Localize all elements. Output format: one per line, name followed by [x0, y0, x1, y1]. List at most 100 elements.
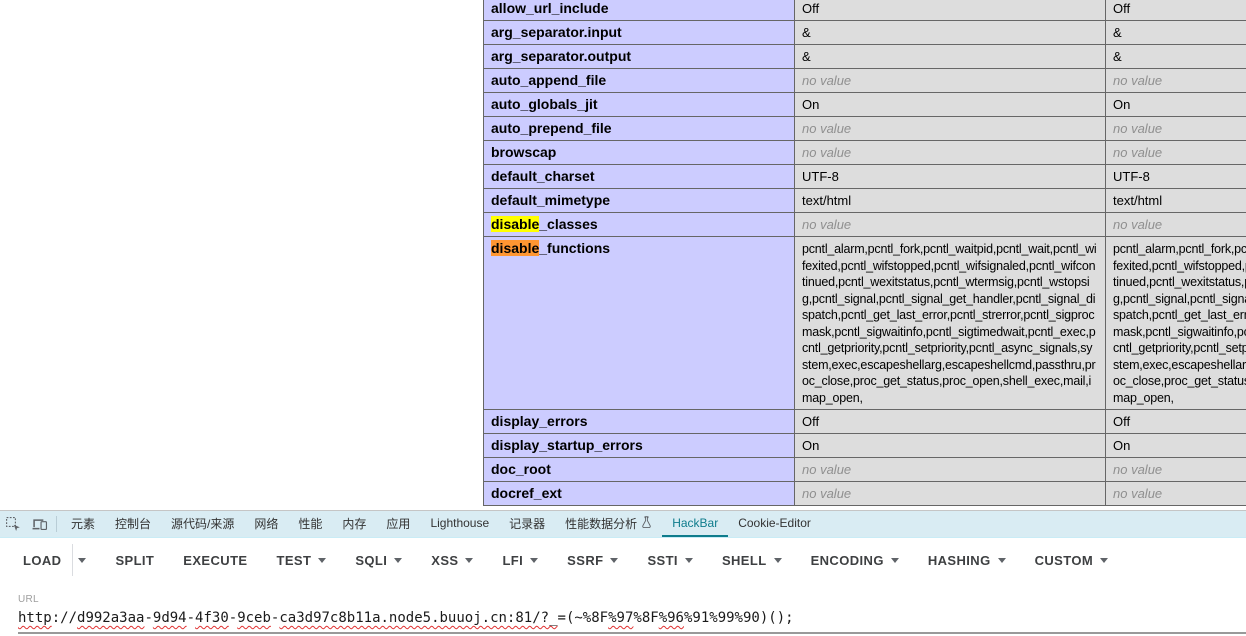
- no-value-text: no value: [802, 73, 851, 88]
- master-value-cell: no value: [1106, 213, 1246, 237]
- url-text-misspelled: 9d94: [153, 610, 187, 626]
- encoding-button[interactable]: ENCODING: [811, 553, 899, 568]
- devtools-tab--[interactable]: 元素: [61, 511, 105, 537]
- tab-label: 性能: [298, 515, 322, 532]
- shell-button[interactable]: SHELL: [722, 553, 782, 568]
- tabbar-divider: [56, 516, 57, 532]
- master-value-cell: no value: [1106, 458, 1246, 482]
- no-value-text: no value: [1113, 486, 1162, 501]
- flask-icon: [641, 516, 652, 531]
- hackbar-panel: LOAD SPLIT EXECUTE TEST SQLI XSS LFI SSRF SSTI SH…: [0, 538, 1246, 634]
- chevron-down-icon: [610, 558, 618, 563]
- xss-button[interactable]: XSS: [431, 553, 473, 568]
- chevron-down-icon: [78, 558, 86, 563]
- url-label: URL: [18, 594, 1246, 605]
- no-value-text: no value: [802, 145, 851, 160]
- hashing-button[interactable]: HASHING: [928, 553, 1006, 568]
- devtools-tab--[interactable]: 性能: [288, 511, 332, 537]
- table-row: auto_globals_jitOnOn: [484, 93, 1246, 117]
- chevron-down-icon: [891, 558, 899, 563]
- master-value-cell: &: [1106, 45, 1246, 69]
- tab-label: 源代码/来源: [171, 515, 234, 532]
- url-input[interactable]: http://d992a3aa-9d94-4f30-9ceb-ca3d97c8b…: [18, 610, 1246, 627]
- devtools-panel: 元素控制台源代码/来源网络性能内存应用Lighthouse记录器性能数据分析Ha…: [0, 510, 1246, 636]
- button-label: LOAD: [23, 553, 61, 568]
- devtools-tab--[interactable]: 应用: [376, 511, 420, 537]
- chevron-down-icon: [998, 558, 1006, 563]
- device-toolbar-icon[interactable]: [26, 511, 52, 537]
- master-value-cell: no value: [1106, 482, 1246, 506]
- chevron-down-icon: [465, 558, 473, 563]
- master-value-cell: On: [1106, 434, 1246, 458]
- devtools-tab-cookie-editor[interactable]: Cookie-Editor: [728, 511, 821, 537]
- devtools-tab--[interactable]: 记录器: [499, 511, 555, 537]
- master-value-cell: no value: [1106, 69, 1246, 93]
- split-button[interactable]: SPLIT: [115, 553, 154, 568]
- url-text: =(~%8F: [558, 610, 609, 626]
- master-value-cell: Off: [1106, 0, 1246, 21]
- button-label: SHELL: [722, 553, 767, 568]
- no-value-text: no value: [1113, 145, 1162, 160]
- table-row: docref_extno valueno value: [484, 482, 1246, 506]
- devtools-tab--[interactable]: 内存: [332, 511, 376, 537]
- master-value-cell: no value: [1106, 141, 1246, 165]
- local-value-cell: UTF-8: [795, 165, 1106, 189]
- table-row: browscapno valueno value: [484, 141, 1246, 165]
- devtools-tab--[interactable]: 控制台: [105, 511, 161, 537]
- directive-cell: default_charset: [484, 165, 795, 189]
- local-value-cell: no value: [795, 69, 1106, 93]
- devtools-tab-lighthouse[interactable]: Lighthouse: [420, 511, 499, 537]
- local-value-cell: &: [795, 21, 1106, 45]
- url-text-misspelled: %96: [659, 610, 684, 626]
- chevron-down-icon: [530, 558, 538, 563]
- devtools-tab--[interactable]: 性能数据分析: [555, 511, 662, 537]
- button-label: SSTI: [647, 553, 678, 568]
- directive-cell: display_errors: [484, 410, 795, 434]
- url-text: -: [229, 610, 237, 626]
- table-row: allow_url_includeOffOff: [484, 0, 1246, 21]
- table-row: default_charsetUTF-8UTF-8: [484, 165, 1246, 189]
- table-row: disable_functionspcntl_alarm,pcntl_fork,…: [484, 237, 1246, 410]
- load-button[interactable]: LOAD: [23, 553, 61, 568]
- ssti-button[interactable]: SSTI: [647, 553, 693, 568]
- button-label: ENCODING: [811, 553, 884, 568]
- devtools-tab--[interactable]: 源代码/来源: [161, 511, 244, 537]
- url-text-misspelled: http: [18, 610, 52, 626]
- directive-cell: auto_prepend_file: [484, 117, 795, 141]
- devtools-tab--[interactable]: 网络: [244, 511, 288, 537]
- custom-button[interactable]: CUSTOM: [1035, 553, 1109, 568]
- table-row: arg_separator.output&&: [484, 45, 1246, 69]
- local-value-cell: no value: [795, 482, 1106, 506]
- ssrf-button[interactable]: SSRF: [567, 553, 618, 568]
- local-value-cell: no value: [795, 213, 1106, 237]
- button-label: XSS: [431, 553, 458, 568]
- directive-cell: auto_append_file: [484, 69, 795, 93]
- phpinfo-table-body: allow_url_includeOffOffarg_separator.inp…: [484, 0, 1246, 506]
- table-row: disable_classesno valueno value: [484, 213, 1246, 237]
- test-button[interactable]: TEST: [276, 553, 326, 568]
- table-row: default_mimetypetext/htmltext/html: [484, 189, 1246, 213]
- devtools-tab-hackbar[interactable]: HackBar: [662, 511, 728, 537]
- sqli-button[interactable]: SQLI: [355, 553, 402, 568]
- directive-cell: auto_globals_jit: [484, 93, 795, 117]
- inspect-element-icon[interactable]: [0, 511, 26, 537]
- directive-cell: arg_separator.input: [484, 21, 795, 45]
- execute-button[interactable]: EXECUTE: [183, 553, 247, 568]
- find-match-highlight: disable: [491, 216, 539, 232]
- master-value-cell: On: [1106, 93, 1246, 117]
- local-value-cell: text/html: [795, 189, 1106, 213]
- button-label: EXECUTE: [183, 553, 247, 568]
- directive-cell: display_startup_errors: [484, 434, 795, 458]
- no-value-text: no value: [1113, 217, 1162, 232]
- devtools-tabs: 元素控制台源代码/来源网络性能内存应用Lighthouse记录器性能数据分析Ha…: [61, 511, 821, 537]
- button-label: LFI: [502, 553, 523, 568]
- tab-label: 元素: [71, 515, 95, 532]
- lfi-button[interactable]: LFI: [502, 553, 538, 568]
- local-value-cell: no value: [795, 141, 1106, 165]
- no-value-text: no value: [802, 217, 851, 232]
- chevron-down-icon: [1100, 558, 1108, 563]
- chevron-down-icon: [685, 558, 693, 563]
- local-value-cell: &: [795, 45, 1106, 69]
- load-dropdown-button[interactable]: [78, 557, 86, 563]
- local-value-cell: Off: [795, 410, 1106, 434]
